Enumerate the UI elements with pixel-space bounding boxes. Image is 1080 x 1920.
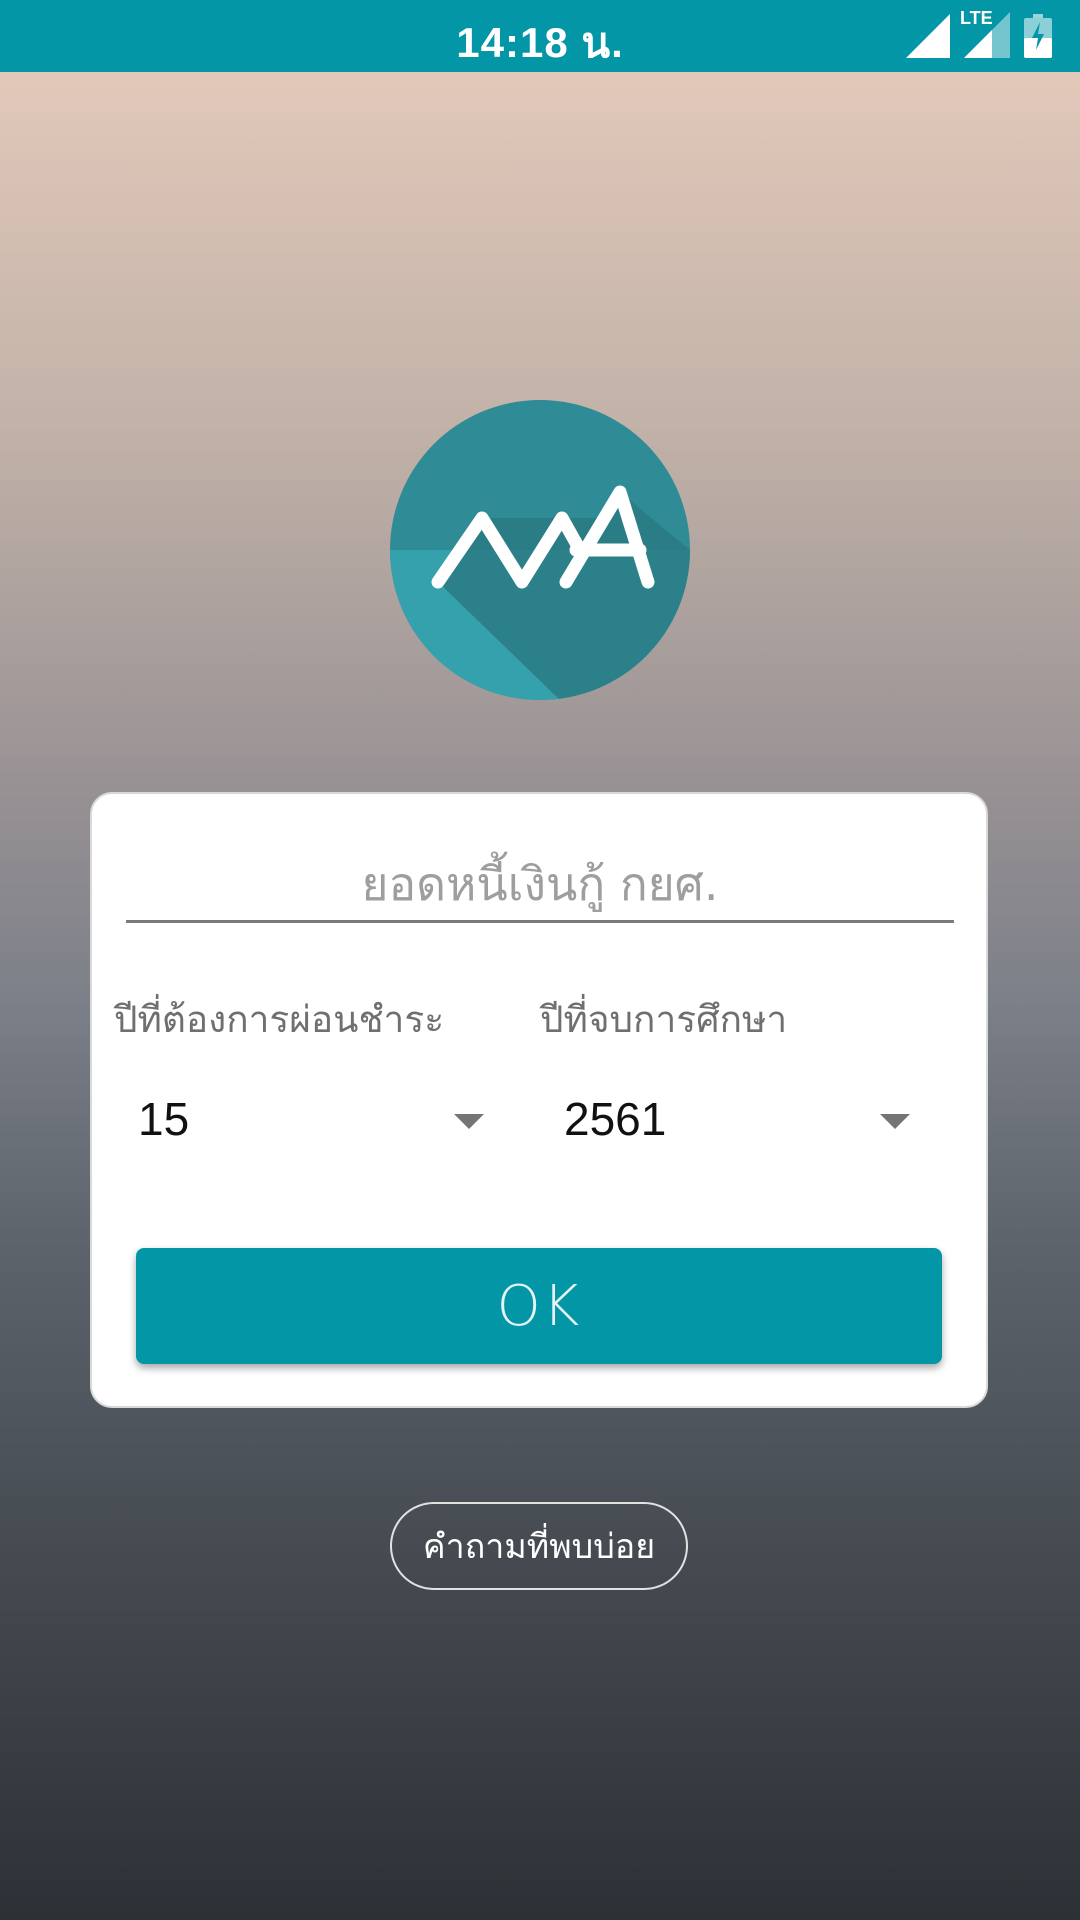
installment-years-label: ปีที่ต้องการผ่อนชำระ [114,998,445,1041]
lte-label: LTE [960,8,993,28]
loan-amount-input[interactable] [126,848,954,923]
dropdown-arrow-icon [880,1114,910,1129]
signal-icon [906,14,950,58]
app-logo-icon [390,400,690,700]
graduation-year-label: ปีที่จบการศึกษา [540,998,788,1041]
ok-button[interactable]: OK [136,1248,942,1364]
graduation-year-dropdown[interactable]: 2561 [540,1074,940,1164]
status-bar: 14:18 น. LTE [0,0,1080,72]
battery-charging-icon [1024,14,1052,58]
faq-button[interactable]: คำถามที่พบบ่อย [390,1502,688,1590]
lte-signal-icon: LTE [960,8,1010,58]
app-screen: 14:18 น. LTE ยอดหนี้เงินกู้ กยศ. ปีที่ต้… [0,0,1080,1920]
dropdown-arrow-icon [454,1114,484,1129]
installment-years-value: 15 [138,1093,190,1145]
loan-form-card: ปีที่ต้องการผ่อนชำระ ปีที่จบการศึกษา 15 … [90,792,988,1408]
installment-years-dropdown[interactable]: 15 [114,1074,514,1164]
graduation-year-value: 2561 [564,1093,667,1145]
status-icons: LTE [906,8,1052,58]
